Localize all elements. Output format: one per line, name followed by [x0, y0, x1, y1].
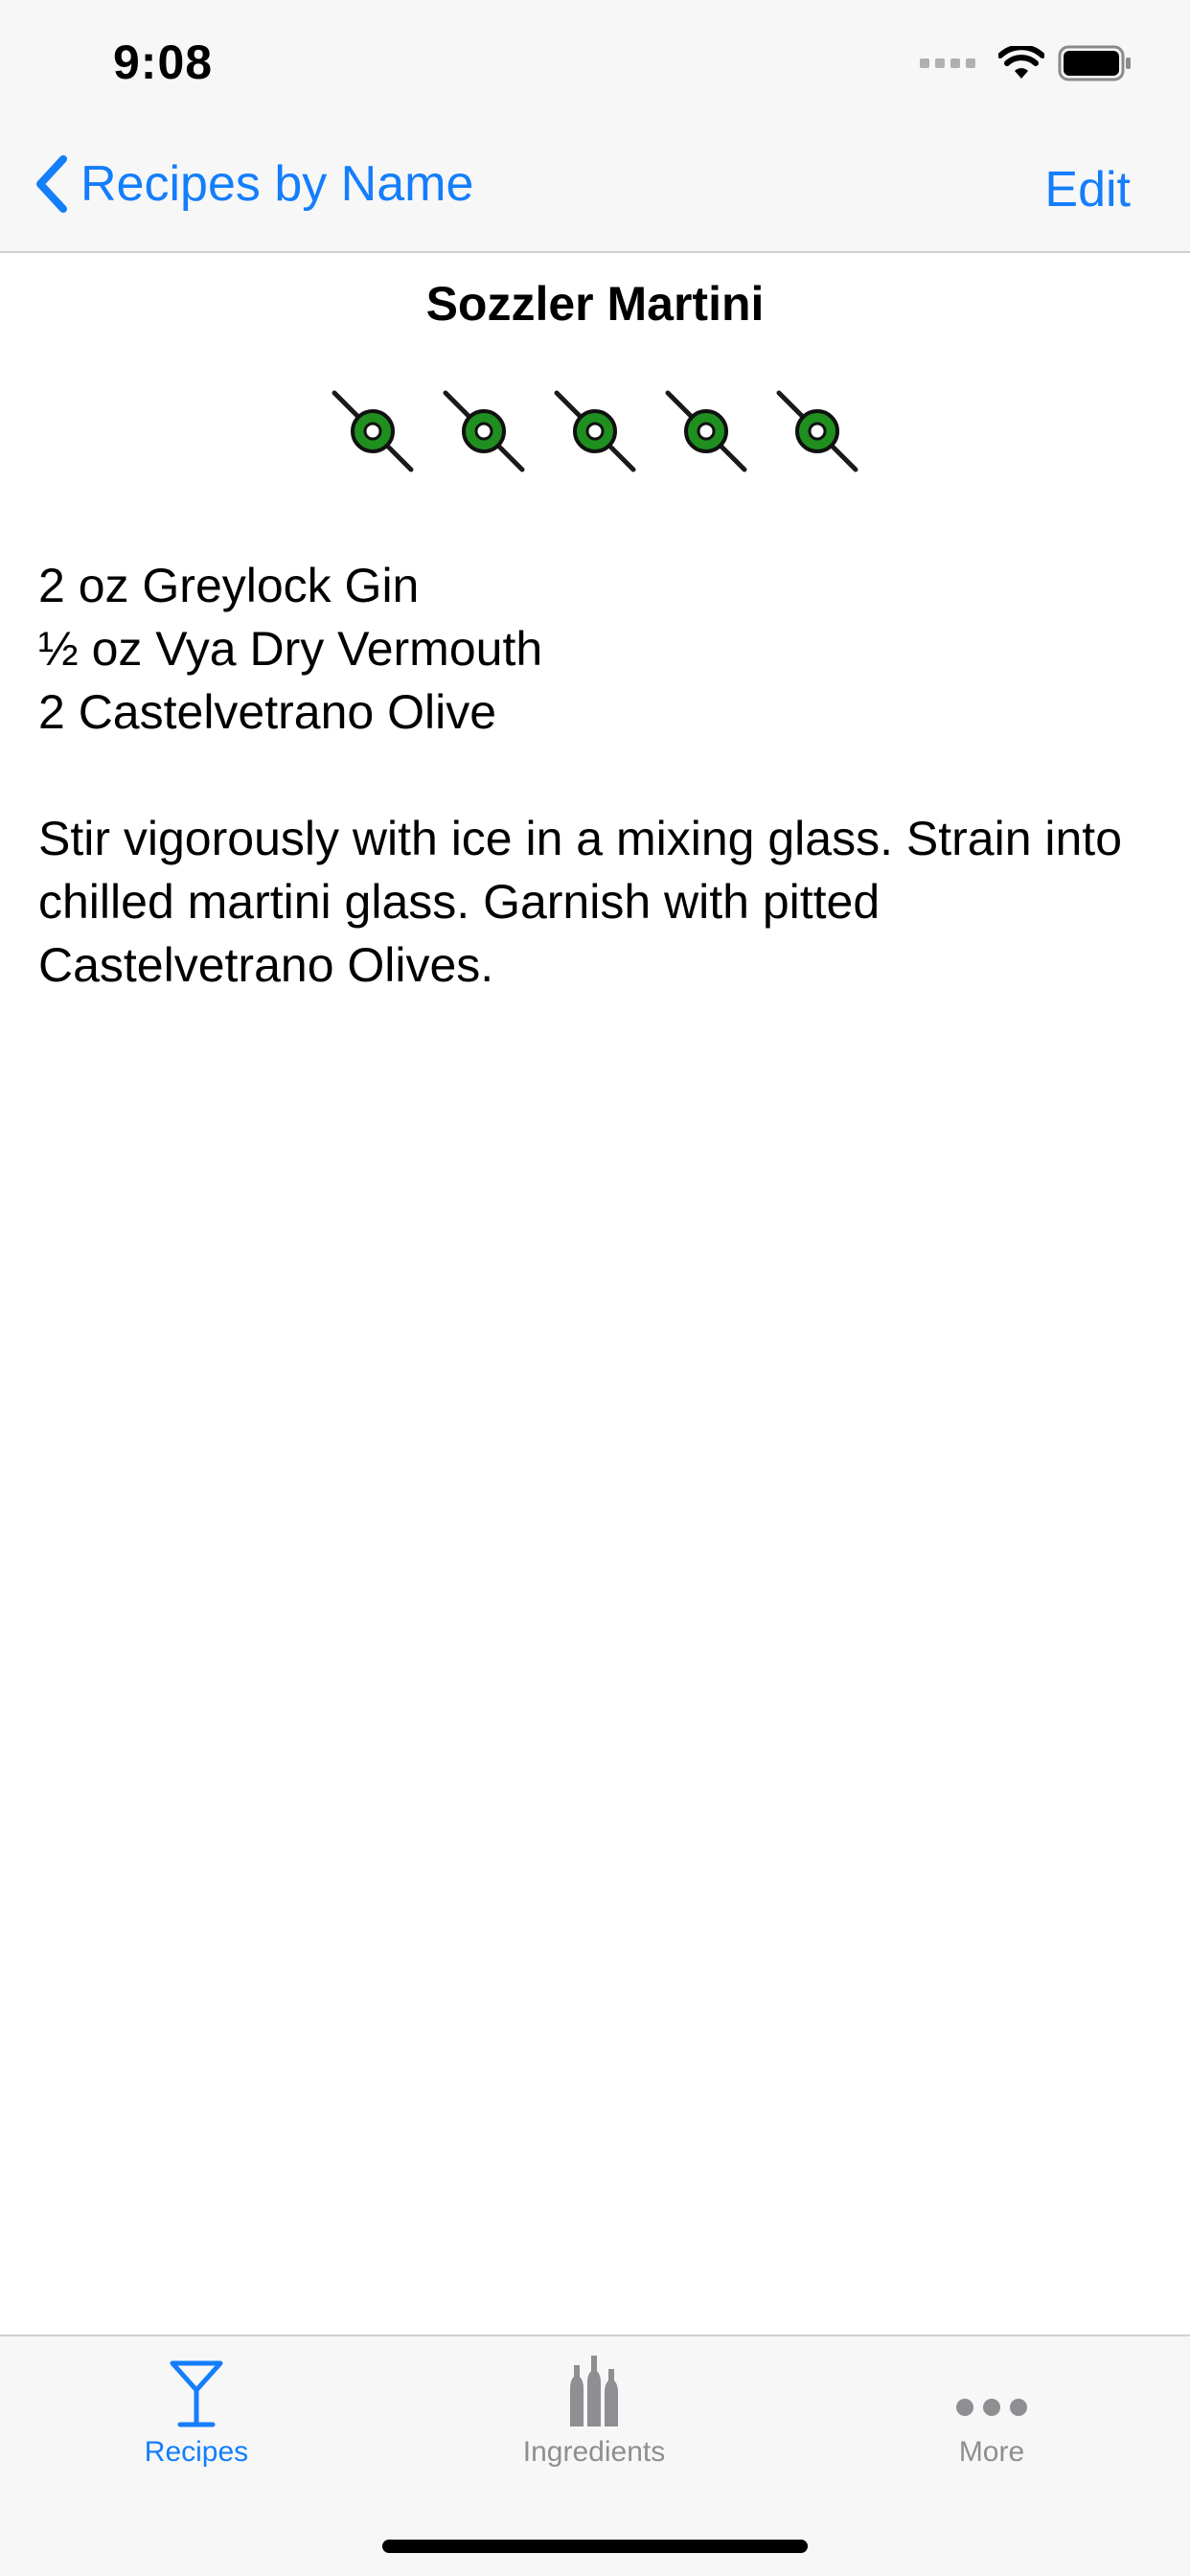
chevron-left-icon [36, 155, 67, 213]
more-dots-icon [956, 2399, 1027, 2416]
recipe-title: Sozzler Martini [425, 277, 765, 331]
olive-icon [665, 390, 747, 472]
cellular-signal-icon [920, 58, 975, 68]
home-indicator [382, 2540, 808, 2553]
tab-recipes[interactable]: Recipes [53, 2354, 340, 2469]
navigation-header: 9:08 Recipes by Name Edit [0, 0, 1190, 253]
olive-icon [776, 390, 858, 472]
battery-icon [1058, 45, 1131, 81]
tab-ingredients-label: Ingredients [522, 2436, 666, 2468]
recipe-instructions: Stir vigorously with ice in a mixing gla… [38, 812, 1123, 992]
ingredient-list: 2 oz Greylock Gin ½ oz Vya Dry Vermouth … [38, 554, 1150, 744]
status-time: 9:08 [113, 35, 214, 89]
wifi-icon [998, 46, 1044, 79]
ingredient-item: ½ oz Vya Dry Vermouth [38, 622, 543, 676]
olive-rating[interactable] [0, 387, 1190, 475]
tab-more[interactable]: More [848, 2354, 1135, 2469]
tab-more-label: More [958, 2436, 1025, 2468]
edit-button[interactable]: Edit [1044, 161, 1131, 218]
ingredient-item: 2 oz Greylock Gin [38, 559, 420, 612]
status-indicators [920, 42, 1133, 84]
tab-recipes-label: Recipes [144, 2436, 249, 2468]
tab-ingredients[interactable]: Ingredients [450, 2354, 738, 2469]
olive-icon [443, 390, 525, 472]
olive-icon [554, 390, 636, 472]
back-button[interactable]: Recipes by Name [34, 155, 473, 213]
bottles-icon [570, 2356, 618, 2426]
martini-glass-icon [170, 2360, 223, 2427]
ingredient-item: 2 Castelvetrano Olive [38, 685, 497, 739]
recipe-detail-screen: 9:08 Recipes by Name Edit Sozzler Martin… [0, 0, 1190, 2576]
olive-icon [332, 390, 414, 472]
back-button-label: Recipes by Name [80, 156, 474, 212]
